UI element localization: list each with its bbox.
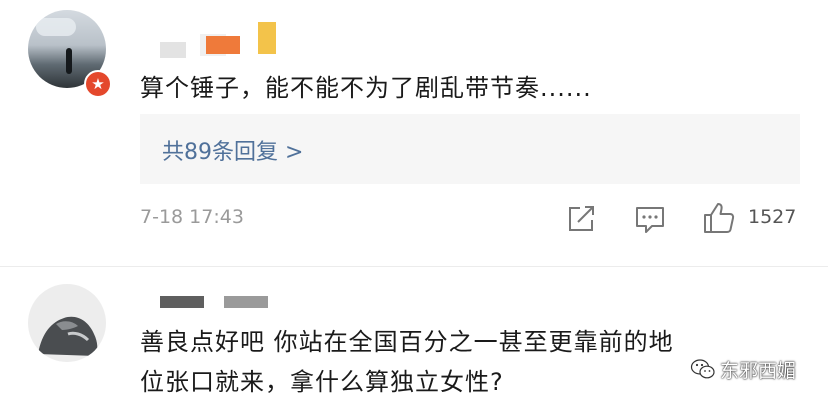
- comment-divider: [0, 266, 828, 267]
- wechat-logo-icon: [690, 359, 715, 379]
- replies-panel[interactable]: 共89条回复 >: [140, 114, 800, 184]
- avatar-person-silhouette: [66, 48, 72, 74]
- share-icon[interactable]: [566, 204, 598, 234]
- comment-icon[interactable]: [634, 204, 666, 234]
- comment-timestamp: 7-18 17:43: [140, 206, 244, 228]
- comment-text: 算个锤子，能不能不为了剧乱带节奏......: [140, 74, 592, 102]
- avatar-image: [38, 316, 98, 356]
- like-thumb-icon[interactable]: [702, 201, 736, 235]
- watermark-text: 东邪西媚: [720, 360, 797, 382]
- avatar[interactable]: [28, 284, 106, 362]
- avatar-background: [36, 18, 76, 36]
- verified-badge-icon: ★: [84, 70, 112, 98]
- comment-text-line-2: 位张口就来，拿什么算独立女性?: [140, 368, 504, 396]
- like-count: 1527: [748, 206, 797, 228]
- comment-text-line-1: 善良点好吧 你站在全国百分之一甚至更靠前的地: [140, 328, 674, 356]
- view-replies-link[interactable]: 共89条回复 >: [162, 134, 303, 166]
